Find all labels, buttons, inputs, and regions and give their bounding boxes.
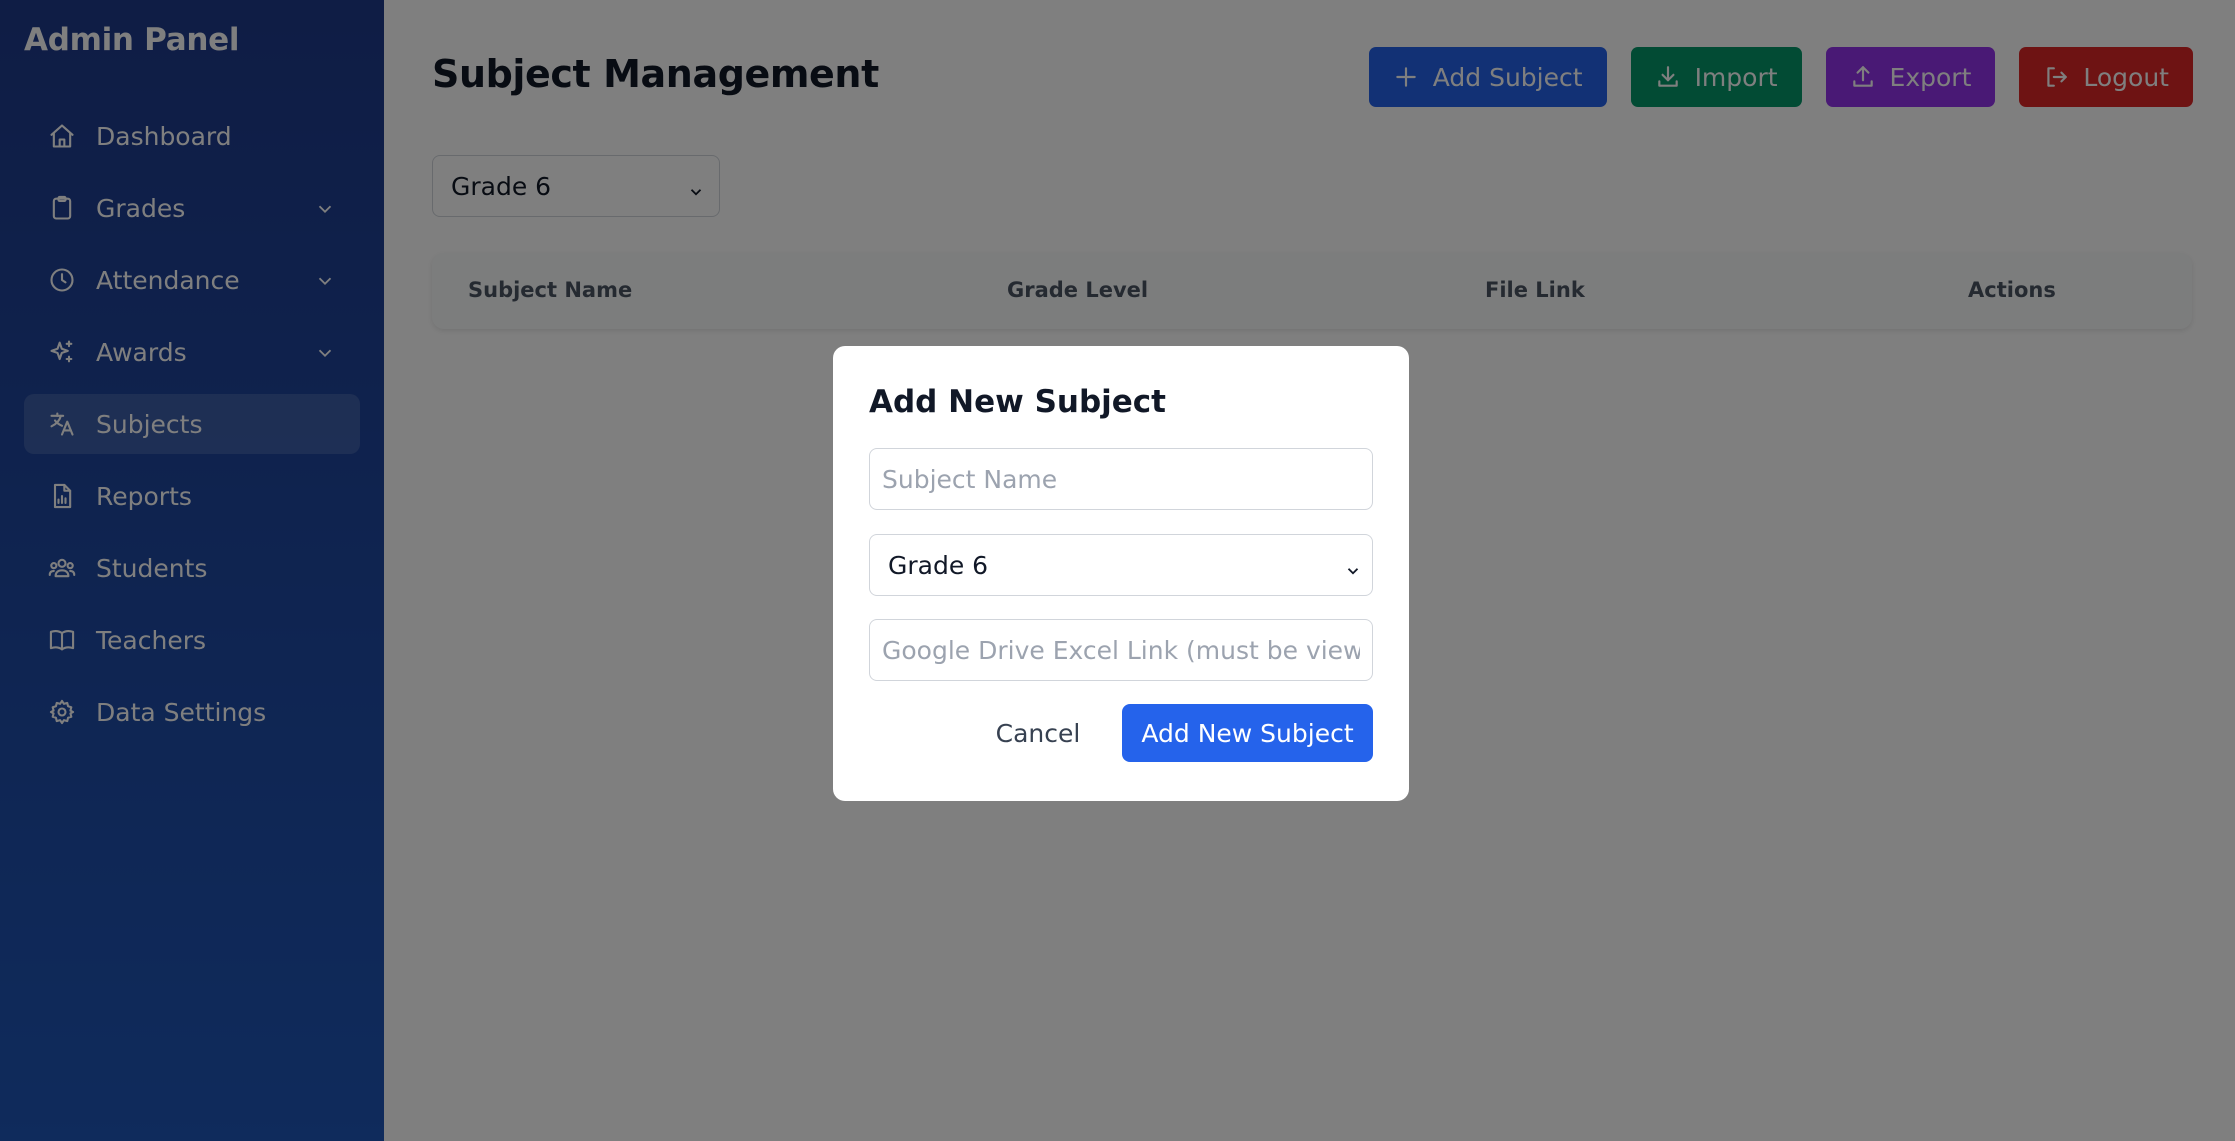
dialog-title: Add New Subject bbox=[869, 384, 1166, 420]
chevron-down-icon bbox=[1344, 557, 1362, 575]
drive-link-input[interactable] bbox=[869, 619, 1373, 681]
grade-select-value: Grade 6 bbox=[888, 550, 989, 580]
cancel-button[interactable]: Cancel bbox=[983, 704, 1093, 762]
add-new-subject-button[interactable]: Add New Subject bbox=[1122, 704, 1373, 762]
grade-select[interactable]: Grade 6 bbox=[869, 534, 1373, 596]
add-subject-dialog: Add New Subject Grade 6 Cancel Add New S… bbox=[833, 346, 1409, 801]
app-root: Admin Panel Dashboard Grades bbox=[0, 0, 2235, 1141]
subject-name-input[interactable] bbox=[869, 448, 1373, 510]
